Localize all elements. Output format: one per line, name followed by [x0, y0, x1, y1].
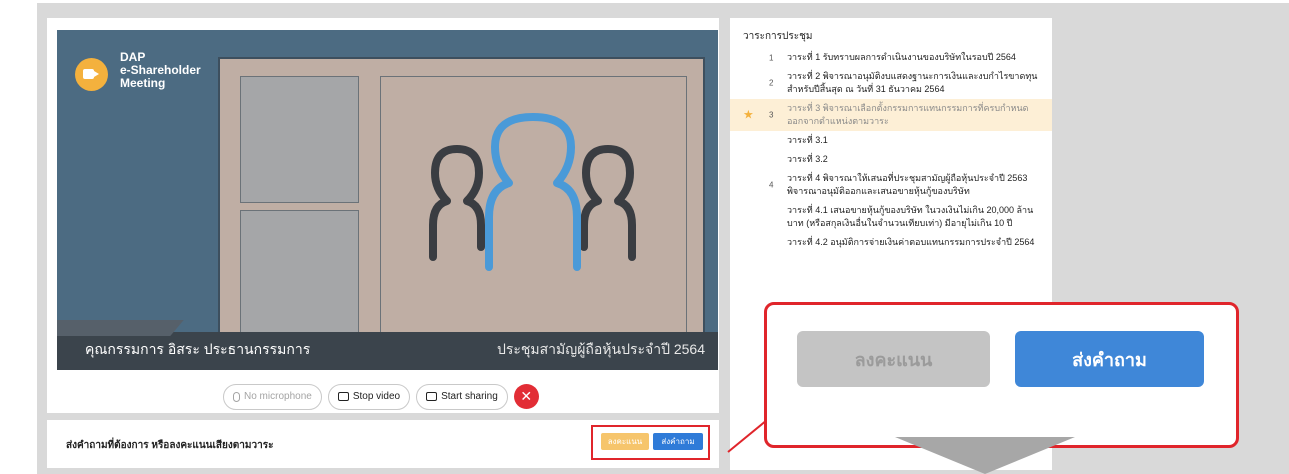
- vote-button-small[interactable]: ลงคะแนน: [601, 433, 649, 450]
- agenda-title: วาระการประชุม: [743, 31, 813, 42]
- start-sharing-label: Start sharing: [441, 391, 498, 402]
- agenda-item[interactable]: วาระที่ 3.2: [730, 150, 1052, 169]
- app-logo-text: DAP e-Shareholder Meeting: [120, 50, 201, 90]
- agenda-text: วาระที่ 3 พิจารณาเลือกตั้งกรรมการแทนกรรม…: [787, 103, 1029, 126]
- microphone-label: No microphone: [244, 391, 312, 402]
- agenda-text: วาระที่ 1 รับทราบผลการดำเนินงานของบริษัท…: [787, 52, 1016, 62]
- agenda-number: 4: [769, 180, 774, 190]
- agenda-item[interactable]: 1 วาระที่ 1 รับทราบผลการดำเนินงานของบริษ…: [730, 48, 1052, 67]
- participant-tile[interactable]: [240, 76, 359, 203]
- share-screen-icon: [426, 392, 438, 401]
- participant-board: [218, 57, 705, 355]
- stop-video-button[interactable]: Stop video: [327, 383, 411, 410]
- agenda-number: 1: [769, 53, 774, 62]
- people-icon: [429, 113, 636, 271]
- close-icon: ✕: [520, 388, 533, 405]
- stop-video-label: Stop video: [352, 391, 401, 402]
- video-camera-icon: [75, 58, 108, 91]
- agenda-number: 2: [769, 78, 774, 88]
- agenda-text: วาระที่ 3.1: [787, 135, 828, 145]
- speaker-caption: คุณกรรมการ อิสระ ประธานกรรมการ: [85, 341, 311, 357]
- agenda-text: วาระที่ 2 พิจารณาอนุมัติงบแสดงฐานะการเงิ…: [787, 71, 1038, 94]
- agenda-item-active[interactable]: ★ 3 วาระที่ 3 พิจารณาเลือกตั้งกรรมการแทน…: [730, 99, 1052, 131]
- agenda-number: 3: [769, 110, 774, 120]
- agenda-item[interactable]: วาระที่ 3.1: [730, 131, 1052, 150]
- main-participant-tile[interactable]: [380, 76, 687, 337]
- start-sharing-button[interactable]: Start sharing: [416, 383, 508, 410]
- meeting-caption: ประชุมสามัญผู้ถือหุ้นประจำปี 2564: [496, 341, 705, 357]
- agenda-item[interactable]: 2 วาระที่ 2 พิจารณาอนุมัติงบแสดงฐานะการเ…: [730, 67, 1052, 99]
- ask-question-button-small[interactable]: ส่งคำถาม: [653, 433, 703, 450]
- video-stage: DAP e-Shareholder Meeting คุณกรรมการ อิส…: [57, 30, 718, 370]
- vote-button[interactable]: ลงคะแนน: [797, 331, 990, 387]
- microphone-button[interactable]: No microphone: [223, 383, 322, 410]
- agenda-item[interactable]: วาระที่ 4.1 เสนอขายหุ้นกู้ของบริษัท ในวง…: [730, 201, 1052, 233]
- agenda-text: วาระที่ 3.2: [787, 154, 828, 164]
- arrow-down-icon: [895, 437, 1075, 474]
- agenda-text: วาระที่ 4 พิจารณาให้เสนอที่ประชุมสามัญผู…: [787, 173, 1028, 196]
- microphone-off-icon: [233, 391, 240, 402]
- agenda-item[interactable]: 4 วาระที่ 4 พิจารณาให้เสนอที่ประชุมสามัญ…: [730, 169, 1052, 201]
- participant-tile[interactable]: [240, 210, 359, 336]
- video-icon: [337, 392, 349, 401]
- end-call-button[interactable]: ✕: [513, 384, 539, 409]
- agenda-item[interactable]: วาระที่ 4.2 อนุมัติการจ่ายเงินค่าตอบแทนก…: [730, 233, 1052, 252]
- agenda-list: 1 วาระที่ 1 รับทราบผลการดำเนินงานของบริษ…: [730, 48, 1052, 252]
- agenda-text: วาระที่ 4.2 อนุมัติการจ่ายเงินค่าตอบแทนก…: [787, 237, 1035, 247]
- ask-question-button[interactable]: ส่งคำถาม: [1015, 331, 1204, 387]
- star-icon: ★: [743, 107, 754, 122]
- agenda-text: วาระที่ 4.1 เสนอขายหุ้นกู้ของบริษัท ในวง…: [787, 205, 1034, 228]
- call-controls: No microphone Stop video Start sharing ✕: [223, 383, 539, 410]
- action-prompt: ส่งคำถามที่ต้องการ หรือลงคะแนนเสียงตามวา…: [66, 440, 274, 451]
